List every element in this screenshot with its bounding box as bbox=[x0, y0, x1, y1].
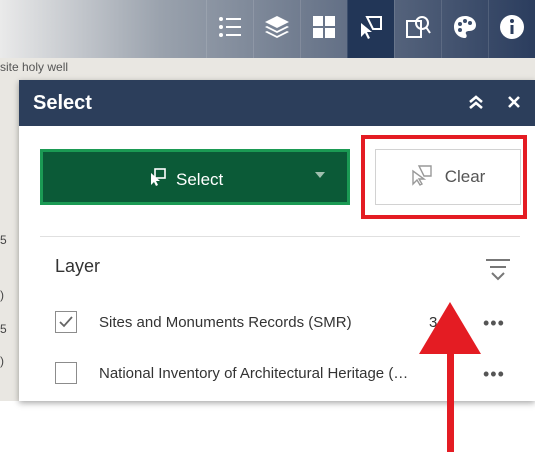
panel-header-actions bbox=[467, 94, 521, 113]
panel-title: Select bbox=[33, 91, 92, 114]
clear-button-label: Clear bbox=[444, 167, 486, 186]
select-tool-button[interactable] bbox=[347, 0, 394, 58]
filter-list-icon[interactable] bbox=[484, 256, 512, 287]
layer-checkbox[interactable] bbox=[55, 311, 77, 333]
close-icon[interactable] bbox=[507, 94, 521, 112]
map-label: site holy well bbox=[0, 60, 69, 74]
more-options-icon[interactable]: ••• bbox=[483, 364, 505, 385]
map-edge-text: ) bbox=[0, 288, 4, 302]
divider bbox=[40, 236, 520, 237]
layer-name: Sites and Monuments Records (SMR) bbox=[99, 313, 352, 331]
select-panel: Select Select Clear Layer Sites and Monu… bbox=[19, 80, 535, 452]
select-button[interactable]: Select bbox=[40, 149, 350, 205]
layer-column-header: Layer bbox=[55, 256, 101, 276]
legend-button[interactable] bbox=[206, 0, 253, 58]
more-options-icon[interactable]: ••• bbox=[483, 313, 505, 334]
layer-checkbox[interactable] bbox=[55, 362, 77, 384]
select-button-label: Select bbox=[176, 169, 224, 189]
info-button[interactable] bbox=[488, 0, 535, 58]
layers-icon bbox=[263, 13, 291, 46]
select-tool-icon bbox=[148, 167, 168, 192]
query-button[interactable] bbox=[394, 0, 441, 58]
map-edge-text: 5 bbox=[0, 322, 7, 336]
double-chevron-up-icon[interactable] bbox=[467, 94, 485, 113]
palette-icon bbox=[451, 13, 479, 46]
grid-icon bbox=[310, 13, 338, 46]
clear-button[interactable]: Clear bbox=[375, 149, 521, 205]
layer-name: National Inventory of Architectural Heri… bbox=[99, 364, 409, 382]
map-edge-text: ) bbox=[0, 354, 4, 368]
query-icon bbox=[404, 13, 432, 46]
panel-header: Select bbox=[19, 80, 535, 126]
top-toolbar bbox=[0, 0, 535, 58]
legend-icon bbox=[216, 13, 244, 46]
layers-button[interactable] bbox=[253, 0, 300, 58]
select-icon bbox=[357, 13, 385, 46]
annotation-arrow-icon bbox=[419, 302, 481, 452]
grid-button[interactable] bbox=[300, 0, 347, 58]
map-edge-text: 5 bbox=[0, 233, 7, 247]
chevron-down-icon bbox=[315, 172, 325, 178]
toolbar-buttons bbox=[206, 0, 535, 58]
info-icon bbox=[498, 13, 526, 46]
palette-button[interactable] bbox=[441, 0, 488, 58]
clear-selection-icon bbox=[411, 164, 433, 191]
